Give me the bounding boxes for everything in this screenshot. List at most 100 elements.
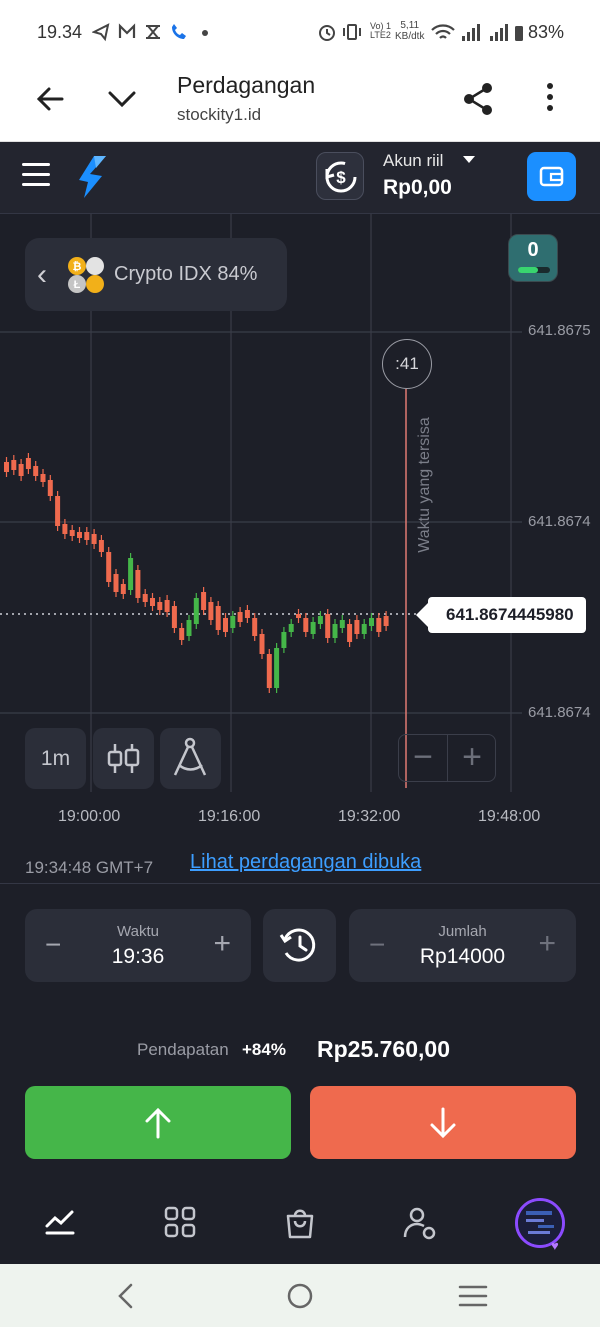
- candle-body: [303, 618, 309, 632]
- candle-body: [259, 634, 265, 654]
- nav-market-icon[interactable]: [284, 1206, 316, 1240]
- candle-body: [186, 620, 192, 636]
- chevron-down-icon[interactable]: [106, 84, 138, 116]
- candle-body: [281, 632, 287, 648]
- price-level-label: 641.8675: [528, 322, 591, 339]
- deposit-icon[interactable]: $: [316, 152, 364, 200]
- account-dropdown-icon[interactable]: [463, 156, 475, 163]
- income-percent: +84%: [242, 1040, 286, 1059]
- zoom-out-button[interactable]: −: [399, 735, 448, 781]
- achievement-badge[interactable]: 0: [508, 234, 558, 282]
- candle-body: [369, 618, 374, 626]
- nav-trading-icon[interactable]: [44, 1206, 76, 1236]
- candle-body: [25, 458, 31, 469]
- info-row: 19:34:48 GMT+7 Lihat perdagangan dibuka: [0, 844, 600, 884]
- x-axis-label: 19:32:00: [338, 808, 401, 825]
- more-options-icon[interactable]: [540, 80, 560, 114]
- chart-type-button[interactable]: [93, 728, 154, 789]
- candlestick-icon: [107, 744, 140, 773]
- candle-body: [135, 570, 141, 598]
- candle-body: [274, 648, 280, 688]
- candle-body: [244, 610, 250, 618]
- bottom-navigation: ♥: [0, 1184, 600, 1264]
- x-axis-label: 19:00:00: [58, 808, 121, 825]
- candle-body: [317, 616, 323, 624]
- candle-body: [98, 540, 104, 552]
- x-axis-label: 19:48:00: [478, 808, 541, 825]
- system-navigation-bar: [0, 1264, 600, 1327]
- nav-profile-icon[interactable]: [402, 1206, 438, 1240]
- candle-body: [157, 602, 163, 610]
- network-speed: 5,11 KB/dtk: [395, 20, 425, 42]
- page-title: Perdagangan: [177, 72, 316, 98]
- chevron-left-icon[interactable]: ‹: [37, 258, 47, 292]
- amount-increase-button[interactable]: +: [538, 927, 556, 961]
- server-time: 19:34:48 GMT+7: [25, 858, 154, 877]
- system-home-icon[interactable]: [286, 1282, 314, 1310]
- app-header: $ Akun riil Rp0,00: [0, 142, 600, 214]
- price-chart[interactable]: ‹ ₿ Ł Crypto IDX 84% 0 641.8675 641.8674…: [0, 214, 600, 844]
- share-icon[interactable]: [462, 82, 494, 116]
- candle-body: [310, 622, 316, 634]
- system-recents-icon[interactable]: [458, 1284, 488, 1308]
- candle-body: [91, 534, 97, 544]
- drawing-tools-button[interactable]: [160, 728, 221, 789]
- menu-icon[interactable]: [22, 163, 50, 193]
- wallet-button[interactable]: [527, 152, 576, 201]
- signal-wifi-icons: [431, 24, 523, 41]
- crypto-coins-icon: ₿ Ł: [68, 257, 104, 293]
- open-trades-link[interactable]: Lihat perdagangan dibuka: [190, 851, 421, 874]
- candle-body: [208, 602, 214, 620]
- candle-body: [142, 594, 148, 602]
- browser-toolbar: Perdagangan stockity1.id: [0, 66, 600, 142]
- candle-body: [128, 558, 134, 590]
- candle-body: [361, 624, 367, 634]
- candle-body: [201, 592, 207, 610]
- candle-body: [376, 618, 382, 632]
- nav-apps-icon[interactable]: [164, 1206, 196, 1238]
- zoom-in-button[interactable]: +: [448, 735, 496, 781]
- system-back-icon[interactable]: [115, 1282, 137, 1310]
- notification-icons-glyphs: [91, 23, 208, 42]
- expiry-timer: :41: [382, 339, 432, 389]
- buy-up-button[interactable]: [25, 1086, 291, 1159]
- page-url: stockity1.id: [177, 105, 262, 124]
- candle-body: [354, 620, 360, 634]
- price-level-label: 641.8674: [528, 704, 591, 721]
- income-value: Rp25.760,00: [317, 1036, 450, 1062]
- sell-down-button[interactable]: [310, 1086, 576, 1159]
- asset-name: Crypto IDX 84%: [114, 263, 258, 285]
- account-type[interactable]: Akun riil: [383, 151, 443, 171]
- network-label: Vo) 1 LTE2: [370, 21, 392, 40]
- candle-body: [47, 480, 53, 496]
- time-mode-button[interactable]: [263, 909, 336, 982]
- candle-body: [223, 618, 228, 632]
- status-bar: 19.34 Vo) 1 LTE2 5,11 KB/dtk 83%: [0, 0, 600, 66]
- current-price-tag: 641.8674445980: [416, 597, 586, 633]
- amount-field[interactable]: − Jumlah Rp14000 +: [349, 909, 576, 982]
- candle-body: [325, 614, 331, 638]
- candle-body: [237, 612, 243, 622]
- compass-icon: [173, 737, 207, 776]
- candle-body: [55, 496, 61, 526]
- candle-body: [4, 462, 9, 472]
- time-field[interactable]: − Waktu 19:36 +: [25, 909, 251, 982]
- candle-body: [120, 584, 126, 594]
- svg-text:₿: ₿: [73, 261, 82, 273]
- currency-refresh-icon: $: [325, 161, 357, 193]
- asset-selector[interactable]: ‹ ₿ Ł Crypto IDX 84%: [25, 238, 287, 311]
- stockity-logo[interactable]: [76, 154, 110, 200]
- status-time: 19.34: [37, 22, 83, 42]
- price-level-label: 641.8674: [528, 513, 591, 530]
- candle-body: [113, 574, 119, 592]
- back-arrow-icon[interactable]: [35, 84, 65, 114]
- candle-body: [252, 618, 258, 636]
- candle-body: [266, 654, 272, 688]
- time-increase-button[interactable]: +: [213, 927, 231, 961]
- timeframe-button[interactable]: 1m: [25, 728, 86, 789]
- account-balance: Rp0,00: [383, 176, 452, 199]
- history-clock-icon: [279, 928, 316, 962]
- x-axis-label: 19:16:00: [198, 808, 261, 825]
- candle-body: [383, 616, 389, 626]
- badge-count: 0: [527, 239, 539, 261]
